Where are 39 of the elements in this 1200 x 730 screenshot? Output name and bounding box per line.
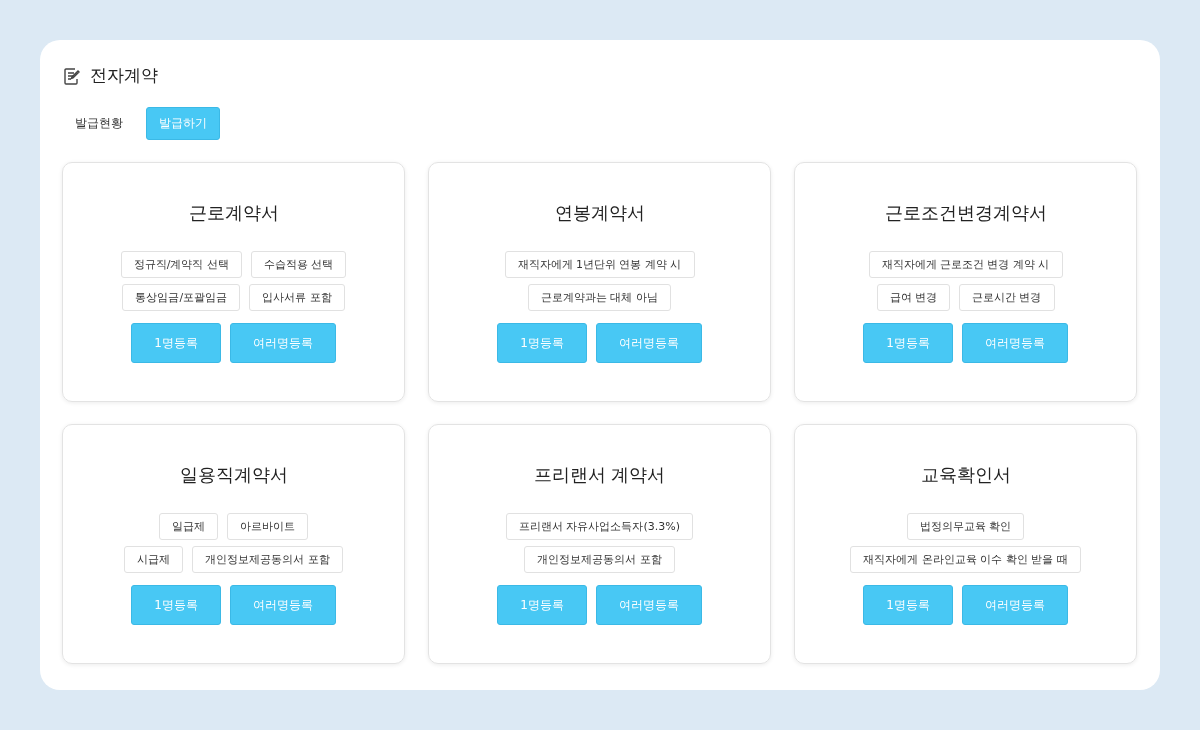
card-title: 프리랜서 계약서: [533, 463, 666, 487]
card-title: 교육확인서: [920, 463, 1011, 487]
feature-tag: 재직자에게 온라인교육 이수 확인 받을 때: [850, 546, 1081, 573]
tab[interactable]: 발급현황: [62, 107, 136, 140]
feature-tag: 재직자에게 근로조건 변경 계약 시: [868, 251, 1063, 278]
register-button[interactable]: 여러명등록: [595, 585, 702, 625]
card-title: 일용직계약서: [179, 463, 288, 487]
feature-tag: 개인정보제공동의서 포함: [192, 546, 343, 573]
feature-tag: 근로시간 변경: [959, 284, 1055, 311]
feature-tag: 시급제: [124, 546, 184, 573]
feature-tag: 근로계약과는 대체 아님: [528, 284, 671, 311]
card-title: 근로조건변경계약서: [884, 201, 1047, 225]
feature-tag: 수습적용 선택: [250, 251, 347, 278]
register-button[interactable]: 1명등록: [131, 585, 221, 625]
register-button[interactable]: 1명등록: [497, 323, 587, 363]
register-button[interactable]: 여러명등록: [595, 323, 702, 363]
feature-tag: 통상임금/포괄임금: [122, 284, 241, 311]
feature-tag: 개인정보제공동의서 포함: [524, 546, 675, 573]
tab[interactable]: 발급하기: [146, 107, 220, 140]
feature-tag: 법정의무교육 확인: [906, 513, 1025, 540]
feature-tag: 아르바이트: [227, 513, 308, 540]
feature-tag: 정규직/계약직 선택: [120, 251, 242, 278]
register-button[interactable]: 여러명등록: [961, 585, 1068, 625]
register-button[interactable]: 1명등록: [863, 585, 953, 625]
card-title: 근로계약서: [188, 201, 279, 225]
feature-tag: 일급제: [159, 513, 218, 540]
page-title: 전자계약: [90, 64, 158, 87]
document-edit-icon: [62, 65, 82, 86]
register-button[interactable]: 1명등록: [497, 585, 587, 625]
feature-tag: 급여 변경: [876, 284, 950, 311]
register-button[interactable]: 여러명등록: [229, 323, 336, 363]
feature-tag: 입사서류 포함: [249, 284, 345, 311]
register-button[interactable]: 여러명등록: [961, 323, 1068, 363]
feature-tag: 프리랜서 자유사업소득자(3.3%): [506, 513, 693, 540]
register-button[interactable]: 1명등록: [863, 323, 953, 363]
register-button[interactable]: 여러명등록: [229, 585, 336, 625]
card-title: 연봉계약서: [554, 201, 645, 225]
register-button[interactable]: 1명등록: [131, 323, 221, 363]
feature-tag: 재직자에게 1년단위 연봉 계약 시: [504, 251, 695, 278]
